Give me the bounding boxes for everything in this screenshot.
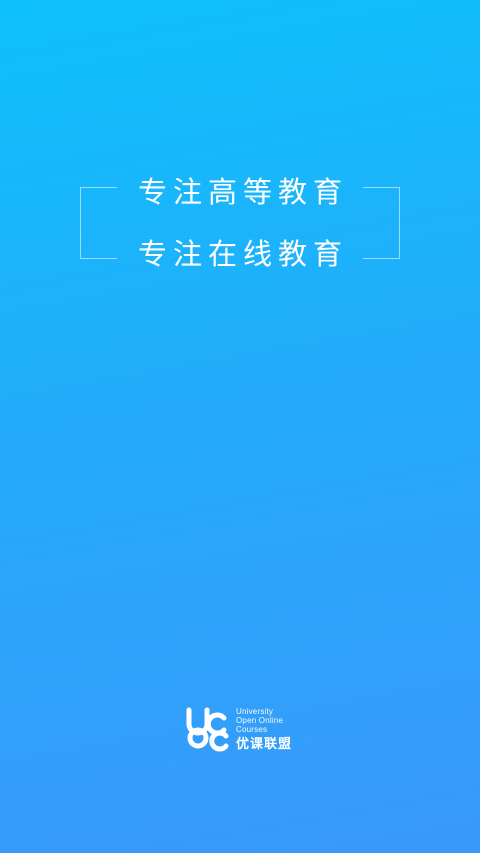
slogan-line-1: 专注高等教育 bbox=[137, 175, 348, 209]
slogan-line-2: 专注在线教育 bbox=[137, 237, 348, 271]
logo-text: University Open Online Courses 优课联盟 bbox=[236, 707, 292, 752]
logo-zh-name: 优课联盟 bbox=[236, 736, 293, 752]
logo-en-line-1: University bbox=[236, 706, 274, 716]
logo-en-line-2: Open Online bbox=[236, 715, 284, 725]
splash-screen: 专注高等教育 专注在线教育 University Open Online Cou… bbox=[0, 0, 480, 853]
logo-en-line-3: Courses bbox=[236, 724, 268, 734]
uoc-logo-icon bbox=[186, 707, 229, 752]
brand-logo: University Open Online Courses 优课联盟 bbox=[184, 704, 292, 754]
slogan-frame: 专注高等教育 专注在线教育 bbox=[80, 175, 400, 271]
